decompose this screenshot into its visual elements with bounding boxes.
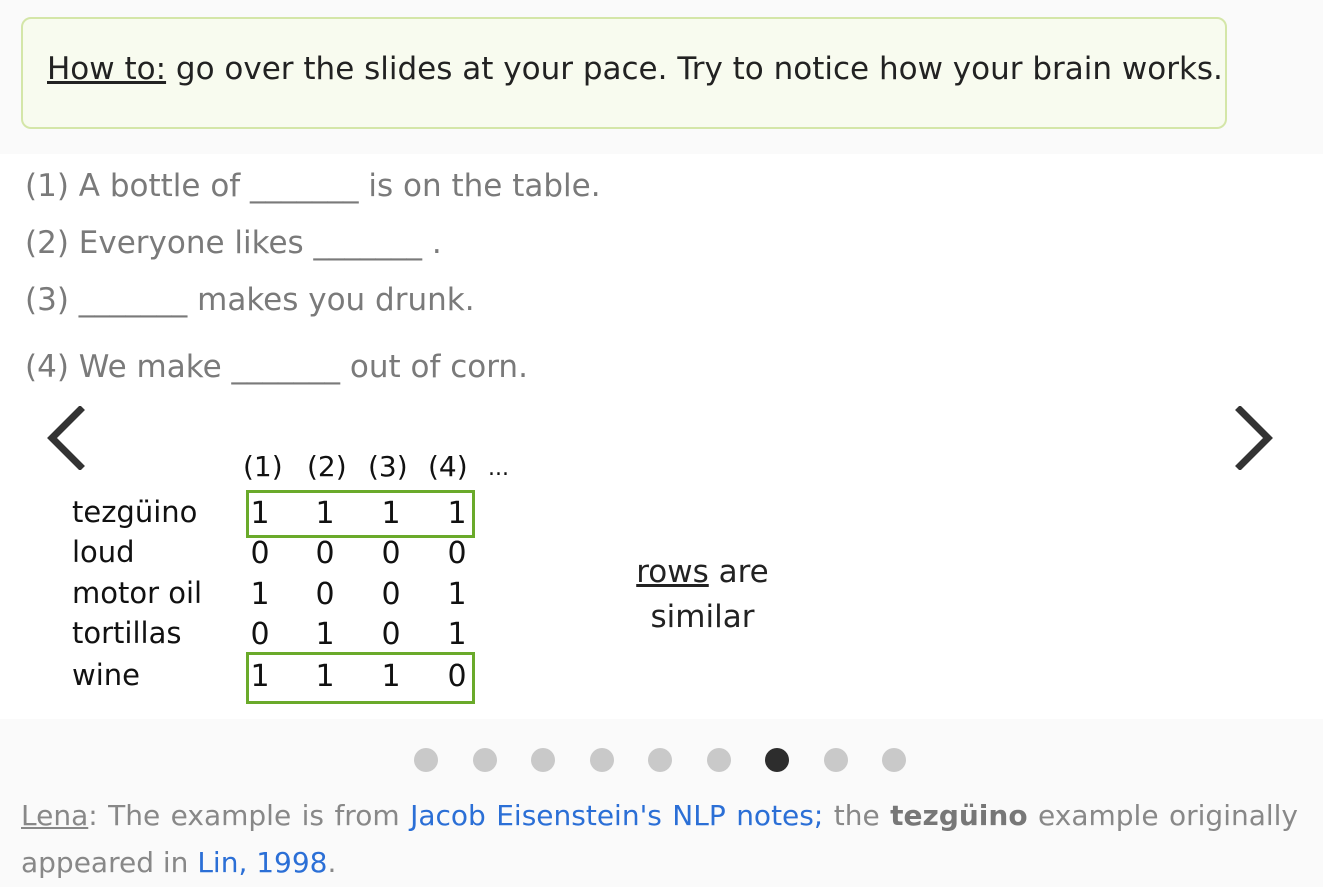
cell-wine-3: 1: [381, 659, 401, 694]
footer-bold-word: tezgüino: [890, 799, 1028, 832]
cell-loud-4: 0: [447, 536, 467, 571]
howto-label: How to:: [47, 51, 167, 87]
cell-tezguino-1: 1: [250, 496, 270, 531]
row-label-motor-oil: motor oil: [72, 576, 203, 610]
cell-wine-1: 1: [250, 659, 270, 694]
cell-motor-oil-4: 1: [447, 577, 467, 612]
eisenstein-notes-link[interactable]: Jacob Eisenstein's NLP notes;: [410, 799, 823, 832]
slide-dot-6[interactable]: [706, 748, 731, 772]
row-label-tezguino: tezgüino: [72, 495, 198, 529]
slide-dot-1[interactable]: [414, 748, 438, 772]
slide-dot-9[interactable]: [882, 748, 906, 772]
slide-dot-7-active[interactable]: [765, 748, 789, 772]
cell-motor-oil-1: 1: [250, 577, 270, 612]
slide-dot-5[interactable]: [648, 748, 672, 772]
cell-wine-2: 1: [315, 659, 335, 694]
highlight-box-tezguino: [246, 490, 475, 538]
author-name: Lena: [21, 799, 89, 832]
cell-motor-oil-3: 0: [381, 577, 401, 612]
note-rest: are: [708, 554, 769, 590]
cell-tortillas-2: 1: [315, 617, 335, 652]
cell-loud-1: 0: [250, 536, 270, 571]
row-label-tortillas: tortillas: [72, 616, 182, 650]
cell-motor-oil-2: 0: [315, 577, 335, 612]
col-header-3: (3): [368, 450, 408, 483]
cell-tezguino-2: 1: [315, 496, 335, 531]
cell-wine-4: 0: [447, 659, 467, 694]
chevron-left-icon: [47, 406, 85, 470]
sentence-1: (1) A bottle of _______ is on the table.: [25, 168, 601, 204]
footer-text-1: : The example is from: [88, 799, 411, 832]
slide: (1) A bottle of _______ is on the table.…: [0, 154, 1323, 719]
cell-tezguino-3: 1: [381, 496, 401, 531]
cell-tortillas-3: 0: [381, 617, 401, 652]
footer-text-2: the: [823, 799, 891, 832]
slide-pagination: [414, 748, 941, 772]
note-underlined-word: rows: [636, 554, 709, 590]
col-header-1: (1): [243, 450, 283, 483]
cell-tezguino-4: 1: [447, 496, 467, 531]
cell-tortillas-4: 1: [447, 617, 467, 652]
note-line-2: similar: [650, 599, 755, 635]
note-line-1: rows are: [600, 550, 805, 595]
slide-dot-8[interactable]: [823, 748, 848, 772]
lin-1998-link[interactable]: Lin, 1998: [197, 846, 327, 879]
cell-loud-2: 0: [315, 536, 335, 571]
rows-similar-note: rows are similar: [600, 550, 805, 640]
col-header-more: ...: [488, 456, 509, 481]
slide-dot-4[interactable]: [589, 748, 614, 772]
footer-text-4: .: [327, 846, 337, 879]
sentence-3: (3) _______ makes you drunk.: [25, 282, 475, 318]
howto-text: How to: go over the slides at your pace.…: [47, 51, 1223, 87]
next-slide-button[interactable]: [1232, 406, 1276, 470]
col-header-4: (4): [428, 450, 468, 483]
cell-loud-3: 0: [381, 536, 401, 571]
col-header-2: (2): [307, 450, 347, 483]
howto-box: How to: go over the slides at your pace.…: [21, 17, 1227, 129]
highlight-box-wine: [246, 652, 475, 704]
cell-tortillas-1: 0: [250, 617, 270, 652]
slide-dot-3[interactable]: [531, 748, 555, 772]
prev-slide-button[interactable]: [44, 406, 88, 470]
row-label-loud: loud: [72, 535, 135, 569]
footer-note: Lena: The example is from Jacob Eisenste…: [21, 792, 1298, 886]
sentence-4: (4) We make _______ out of corn.: [25, 349, 528, 385]
sentence-2: (2) Everyone likes _______ .: [25, 225, 442, 261]
slide-dot-2[interactable]: [472, 748, 497, 772]
howto-instructions: go over the slides at your pace. Try to …: [166, 51, 1223, 87]
chevron-right-icon: [1235, 406, 1273, 470]
row-label-wine: wine: [72, 658, 140, 692]
